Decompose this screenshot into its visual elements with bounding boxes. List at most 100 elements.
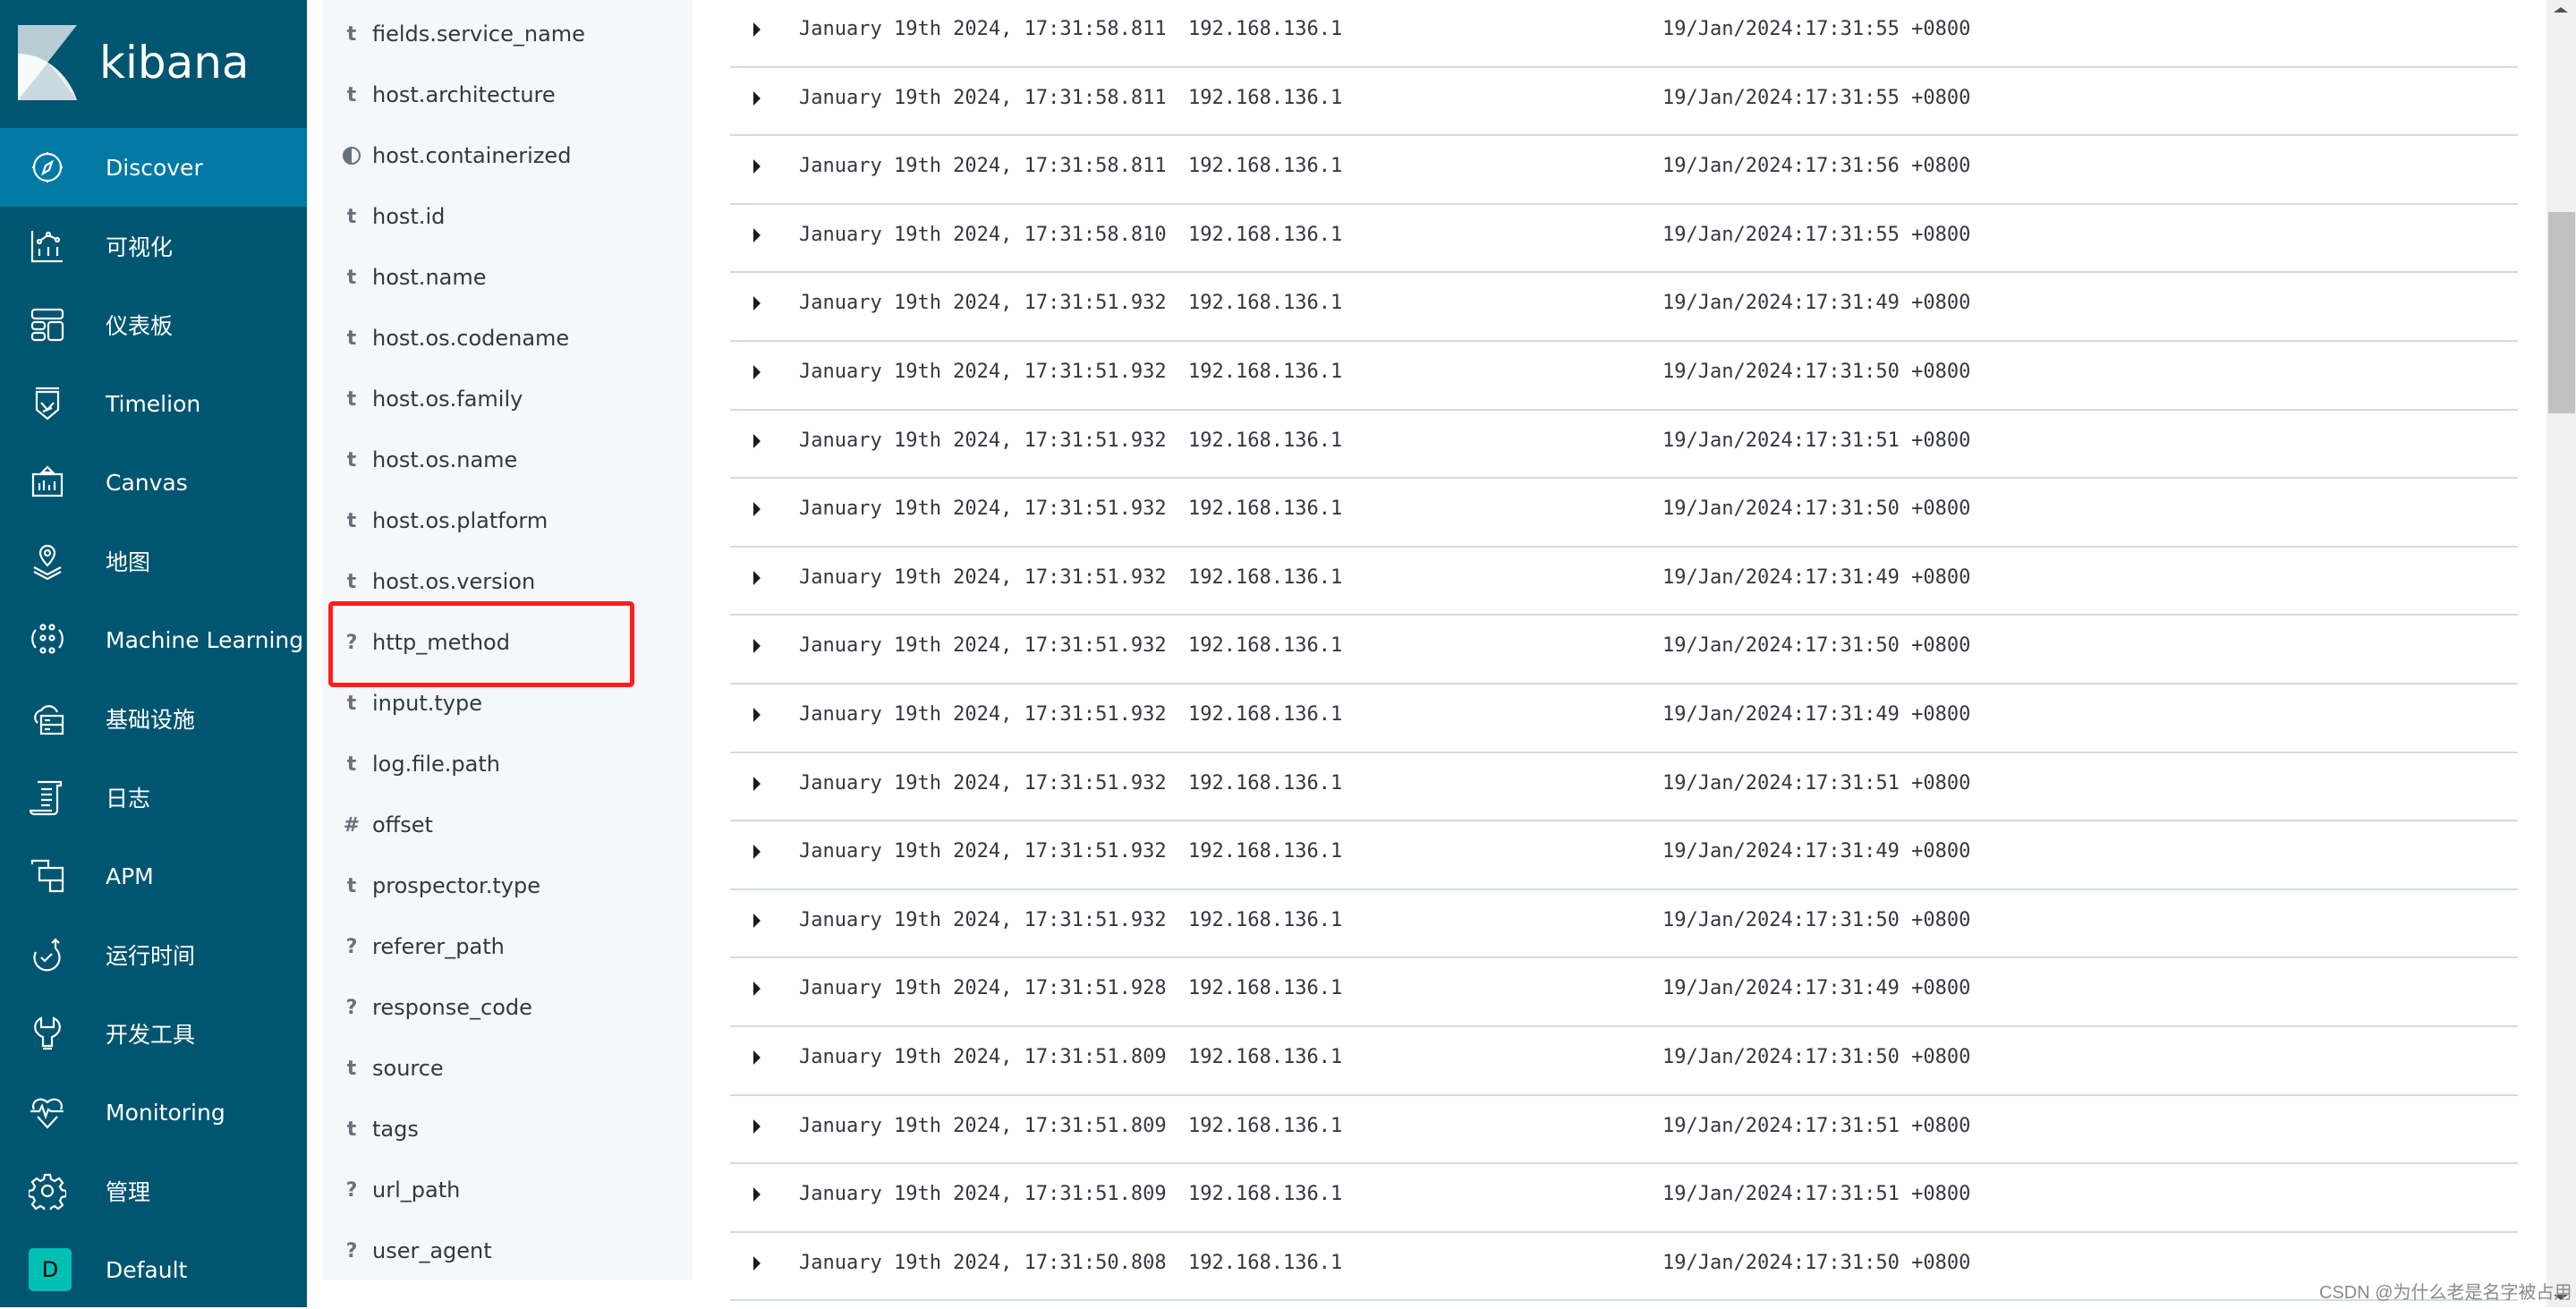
cell-time: January 19th 2024, 17:31:51.932 xyxy=(799,497,1167,521)
scroll-up-arrow-icon[interactable] xyxy=(2554,7,2568,13)
nav-item-canvas[interactable]: Canvas xyxy=(0,443,307,522)
expand-row-caret-icon[interactable] xyxy=(753,433,761,448)
field-item[interactable]: t tags xyxy=(322,1099,693,1160)
expand-row-caret-icon[interactable] xyxy=(753,90,761,106)
field-item[interactable]: ? user_agent xyxy=(322,1220,693,1281)
table-row: January 19th 2024, 17:31:51.932 192.168.1… xyxy=(730,821,2518,890)
apm-icon xyxy=(29,857,66,895)
heartbeat-icon xyxy=(29,1093,66,1131)
field-item[interactable]: t prospector.type xyxy=(322,855,693,916)
expand-row-caret-icon[interactable] xyxy=(753,776,761,791)
cell-time: January 19th 2024, 17:31:51.932 xyxy=(799,908,1167,931)
nav-item-日志[interactable]: 日志 xyxy=(0,758,307,837)
field-item[interactable]: t host.os.platform xyxy=(322,490,693,551)
field-item[interactable]: ? response_code xyxy=(322,977,693,1038)
cell-ip: 192.168.136.1 xyxy=(1188,565,1343,589)
expand-row-caret-icon[interactable] xyxy=(753,845,761,860)
field-name: response_code xyxy=(372,995,532,1020)
space-selector[interactable]: D Default xyxy=(0,1230,307,1309)
field-item[interactable]: ? http_method xyxy=(322,612,693,673)
cell-time: January 19th 2024, 17:31:58.811 xyxy=(799,155,1167,178)
nav-item-monitoring[interactable]: Monitoring xyxy=(0,1073,307,1152)
expand-row-caret-icon[interactable] xyxy=(753,502,761,517)
cell-time: January 19th 2024, 17:31:58.811 xyxy=(799,86,1167,109)
unknown-type-icon: ? xyxy=(345,935,358,958)
expand-row-caret-icon[interactable] xyxy=(753,982,761,997)
field-item[interactable]: t host.name xyxy=(322,247,693,308)
nav-item-运行时间[interactable]: 运行时间 xyxy=(0,915,307,994)
string-type-icon: t xyxy=(346,22,357,46)
unknown-type-icon: ? xyxy=(345,1239,358,1262)
field-item[interactable]: ? referer_path xyxy=(322,916,693,977)
string-type-icon: t xyxy=(346,509,357,532)
field-name: log.file.path xyxy=(372,752,500,777)
nav-item-基础设施[interactable]: 基础设施 xyxy=(0,679,307,758)
cell-ip: 192.168.136.1 xyxy=(1188,497,1343,521)
expand-row-caret-icon[interactable] xyxy=(753,1050,761,1065)
map-pin-icon xyxy=(29,542,66,580)
nav-item-仪表板[interactable]: 仪表板 xyxy=(0,285,307,364)
expand-row-caret-icon[interactable] xyxy=(753,570,761,585)
expand-row-caret-icon[interactable] xyxy=(753,22,761,37)
field-item[interactable]: ? url_path xyxy=(322,1160,693,1220)
nav-item-label: Machine Learning xyxy=(106,626,304,653)
vertical-scrollbar[interactable] xyxy=(2546,0,2576,1307)
timelion-icon xyxy=(29,385,66,422)
field-item[interactable]: t log.file.path xyxy=(322,734,693,795)
field-item[interactable]: t host.os.codename xyxy=(322,308,693,369)
field-item[interactable]: t host.os.name xyxy=(322,429,693,490)
field-name: host.os.name xyxy=(372,447,518,472)
field-item[interactable]: t input.type xyxy=(322,673,693,734)
nav-item-label: Monitoring xyxy=(106,1099,225,1126)
number-type-icon: # xyxy=(343,813,361,837)
kibana-logo[interactable]: kibana xyxy=(18,25,250,100)
nav-item-label: 可视化 xyxy=(106,234,174,260)
expand-row-caret-icon[interactable] xyxy=(753,639,761,654)
nav-item-discover[interactable]: Discover xyxy=(0,128,307,207)
string-type-icon: t xyxy=(346,1057,357,1080)
table-row: January 19th 2024, 17:31:51.932 192.168.1… xyxy=(730,616,2518,684)
cell-ip: 192.168.136.1 xyxy=(1188,703,1343,726)
nav-item-machine-learning[interactable]: Machine Learning xyxy=(0,600,307,679)
cell-ip: 192.168.136.1 xyxy=(1188,1183,1343,1206)
cell-ip: 192.168.136.1 xyxy=(1188,1114,1343,1137)
field-item[interactable]: t host.os.family xyxy=(322,369,693,429)
nav-item-apm[interactable]: APM xyxy=(0,837,307,915)
infrastructure-icon xyxy=(29,700,66,737)
field-item[interactable]: t source xyxy=(322,1038,693,1099)
field-item[interactable]: t host.architecture xyxy=(322,64,693,125)
field-item[interactable]: t fields.service_name xyxy=(322,4,693,64)
cell-ip: 192.168.136.1 xyxy=(1188,634,1343,658)
field-item[interactable]: host.containerized xyxy=(322,125,693,186)
expand-row-caret-icon[interactable] xyxy=(753,1118,761,1134)
expand-row-caret-icon[interactable] xyxy=(753,296,761,311)
expand-row-caret-icon[interactable] xyxy=(753,365,761,379)
expand-row-caret-icon[interactable] xyxy=(753,913,761,928)
nav-item-label: Canvas xyxy=(106,469,188,496)
expand-row-caret-icon[interactable] xyxy=(753,159,761,174)
nav-item-开发工具[interactable]: 开发工具 xyxy=(0,994,307,1073)
nav-item-可视化[interactable]: 可视化 xyxy=(0,207,307,285)
field-name: tags xyxy=(372,1117,419,1142)
cell-timestamp: 19/Jan/2024:17:31:51 +0800 xyxy=(1662,1183,1971,1206)
scrollbar-thumb[interactable] xyxy=(2548,212,2575,413)
cell-timestamp: 19/Jan/2024:17:31:50 +0800 xyxy=(1662,1046,1971,1068)
nav-item-管理[interactable]: 管理 xyxy=(0,1152,307,1230)
expand-row-caret-icon[interactable] xyxy=(753,227,761,242)
field-name: host.containerized xyxy=(372,143,572,168)
wrench-icon xyxy=(29,1015,66,1052)
expand-row-caret-icon[interactable] xyxy=(753,708,761,722)
cell-ip: 192.168.136.1 xyxy=(1188,86,1343,109)
cell-timestamp: 19/Jan/2024:17:31:49 +0800 xyxy=(1662,840,1971,863)
nav-item-timelion[interactable]: Timelion xyxy=(0,364,307,443)
field-item[interactable]: # offset xyxy=(322,795,693,855)
field-name: host.name xyxy=(372,265,487,290)
nav-item-地图[interactable]: 地图 xyxy=(0,522,307,600)
expand-row-caret-icon[interactable] xyxy=(753,1255,761,1271)
table-row: January 19th 2024, 17:31:51.932 192.168.1… xyxy=(730,548,2518,616)
field-item[interactable]: t host.os.version xyxy=(322,551,693,612)
expand-row-caret-icon[interactable] xyxy=(753,1187,761,1203)
field-name: host.architecture xyxy=(372,82,556,107)
cell-timestamp: 19/Jan/2024:17:31:51 +0800 xyxy=(1662,429,1971,452)
field-item[interactable]: t host.id xyxy=(322,186,693,247)
